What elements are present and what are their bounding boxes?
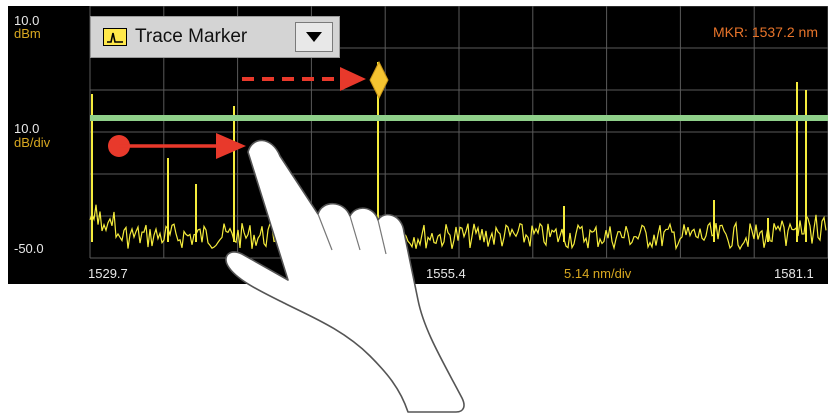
red-solid-arrow [108, 133, 246, 159]
gesture-overlay [108, 60, 465, 413]
marker-diamond [369, 60, 389, 100]
red-dashed-arrow [242, 67, 366, 91]
pointing-hand-icon [225, 139, 465, 413]
